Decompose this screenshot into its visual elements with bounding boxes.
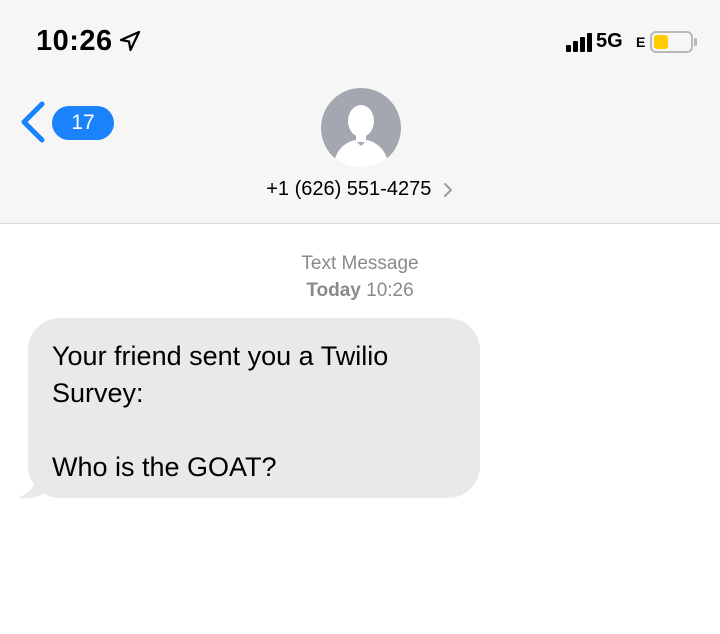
network-type: 5G [596, 30, 623, 52]
chevron-right-icon [443, 182, 452, 197]
unread-count-badge: 17 [52, 106, 114, 140]
network-type-suffix: E [636, 34, 646, 50]
timestamp-line: Today 10:26 [0, 277, 720, 304]
person-silhouette-icon [333, 105, 389, 168]
service-label: Text Message [301, 253, 419, 274]
contact-number: +1 (626) 551-4275 [266, 178, 432, 200]
message-bubble: Your friend sent you a Twilio Survey: Wh… [28, 318, 480, 498]
battery-icon [650, 31, 697, 53]
location-arrow-icon [119, 30, 141, 52]
cellular-signal-icon [566, 33, 592, 52]
day-label: Today [306, 280, 361, 301]
message-timestamp-header: Text Message Today 10:26 [0, 250, 720, 304]
contact-avatar[interactable] [321, 88, 401, 168]
time-label: 10:26 [366, 280, 414, 301]
back-button[interactable]: 17 [18, 100, 114, 144]
conversation-header: 10:26 5G E 17 +1 (626) 551-4275 [0, 0, 720, 224]
contact-details-link[interactable]: +1 (626) 551-4275 [0, 178, 720, 208]
chevron-left-icon [21, 101, 45, 143]
message-incoming[interactable]: Your friend sent you a Twilio Survey: Wh… [18, 318, 480, 500]
status-time: 10:26 [36, 25, 113, 57]
